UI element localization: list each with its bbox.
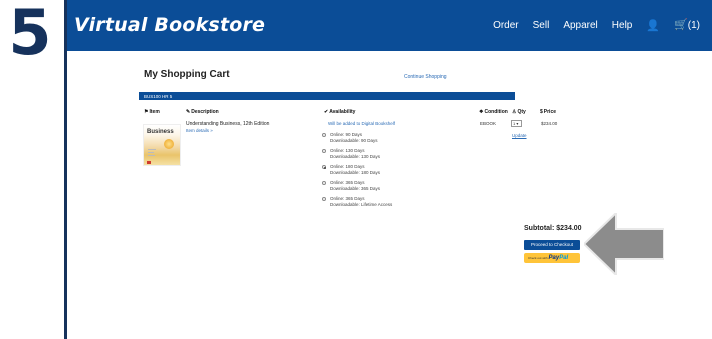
cart-icon: 🛒: [674, 19, 688, 31]
col-header-qty: ♙Qty: [512, 109, 526, 115]
item-details-link[interactable]: Item details »: [186, 128, 213, 133]
radio-button[interactable]: [322, 149, 326, 153]
nav-menu: Order Sell Apparel Help 👤 🛒(1): [493, 19, 700, 32]
availability-note: Will be added to Digital Bookshelf: [328, 121, 396, 126]
radio-button[interactable]: [322, 133, 326, 137]
group-icon: ♙: [512, 109, 517, 115]
col-header-item: ⚑Item: [144, 109, 160, 115]
check-icon: ✔: [324, 109, 329, 115]
bookmark-icon: ⚑: [144, 109, 149, 115]
rental-option-2[interactable]: Online: 130 Days Downloadable: 130 Days: [322, 148, 380, 160]
col-header-description: ✎Description: [186, 109, 219, 115]
book-cover-thumbnail[interactable]: Business: [143, 124, 181, 166]
item-title: Understanding Business, 12th Edition: [186, 121, 270, 127]
rental-option-4[interactable]: Online: 365 Days Downloadable: 365 Days: [322, 180, 380, 192]
cart-subtotal: Subtotal: $234.00: [524, 225, 582, 232]
col-header-condition: ❖Condition: [479, 109, 508, 115]
update-link[interactable]: Update: [512, 133, 527, 138]
dollar-icon: $: [540, 109, 543, 115]
arrow-shape: [584, 213, 664, 275]
item-price: $234.00: [541, 121, 558, 126]
rental-option-5[interactable]: Online: 365 Days Downloadable: Lifetime A…: [322, 196, 392, 208]
rental-option-3[interactable]: Online: 180 Days Downloadable: 180 Days: [322, 164, 380, 176]
radio-button[interactable]: [322, 181, 326, 185]
info-icon: ❖: [479, 109, 484, 115]
cart-count: (1): [687, 20, 700, 31]
rental-option-1[interactable]: Online: 90 Days Downloadable: 90 Days: [322, 132, 378, 144]
continue-shopping-link[interactable]: Continue Shopping: [404, 74, 447, 80]
item-condition: EBOOK: [480, 121, 497, 126]
top-navbar: Virtual Bookstore Order Sell Apparel Hel…: [67, 0, 712, 51]
nav-apparel[interactable]: Apparel: [563, 20, 597, 32]
brand-logo[interactable]: Virtual Bookstore: [74, 14, 265, 36]
browser-page: Virtual Bookstore Order Sell Apparel Hel…: [64, 0, 712, 339]
cover-title: Business: [147, 129, 174, 135]
quantity-select[interactable]: 1 ▾: [511, 120, 522, 127]
course-header-bar: BUS100 HR 5: [139, 92, 515, 100]
radio-button-selected[interactable]: [322, 165, 326, 169]
pointer-arrow-icon: [584, 213, 664, 275]
user-icon[interactable]: 👤: [646, 20, 660, 32]
col-header-availability: ✔Availability: [324, 109, 356, 115]
page-title: My Shopping Cart: [144, 69, 230, 80]
nav-cart[interactable]: 🛒(1): [674, 19, 700, 32]
paypal-checkout-button[interactable]: Check out with PayPal: [524, 253, 580, 263]
nav-order[interactable]: Order: [493, 20, 519, 32]
nav-sell[interactable]: Sell: [533, 20, 550, 32]
col-header-price: $Price: [540, 109, 557, 115]
course-label: BUS100 HR 5: [144, 93, 173, 99]
pencil-icon: ✎: [186, 109, 191, 115]
step-number: 5: [8, 0, 52, 69]
chevron-down-icon: ▾: [516, 121, 519, 126]
radio-button[interactable]: [322, 197, 326, 201]
cover-art: [164, 139, 174, 149]
nav-help[interactable]: Help: [612, 20, 633, 32]
proceed-to-checkout-button[interactable]: Proceed to Checkout: [524, 240, 580, 250]
